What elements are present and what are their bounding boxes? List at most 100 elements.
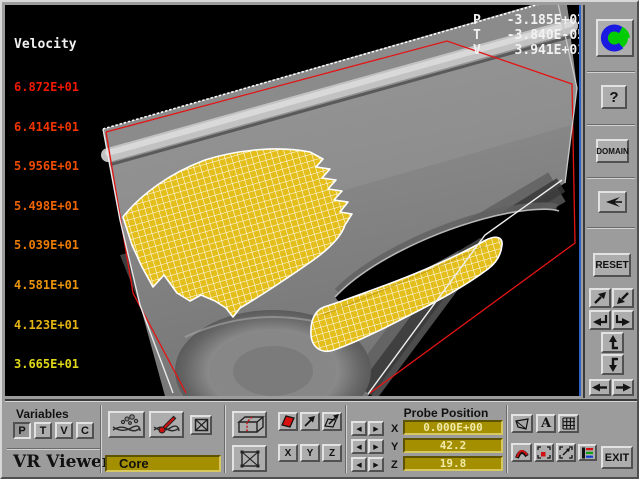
marker-button[interactable]	[190, 415, 212, 435]
axis-y-button[interactable]: Y	[300, 444, 320, 462]
rotate-right-button[interactable]	[612, 310, 634, 330]
probe-z-field[interactable]: 19.8	[403, 456, 503, 471]
left-triangle-icon: ◀	[356, 461, 361, 469]
probe-z-increment-button[interactable]: ▶	[368, 457, 384, 472]
zoom-out-button[interactable]	[612, 288, 634, 308]
variables-title: Variables	[16, 407, 69, 421]
grid-icon	[562, 417, 576, 430]
variable-conversion-button[interactable]: C	[76, 422, 94, 439]
legend-title: Velocity	[14, 38, 79, 51]
exit-button[interactable]: EXIT	[601, 446, 633, 469]
right-triangle-icon: ▶	[373, 461, 378, 469]
arrow-left-icon	[592, 382, 608, 393]
cut-plane-button[interactable]	[278, 412, 298, 431]
grid-button[interactable]	[558, 414, 579, 433]
zoom-in-button[interactable]	[589, 288, 611, 308]
pan-down-button[interactable]	[601, 354, 624, 375]
z-label: Z	[329, 448, 335, 459]
normal-arrow-button[interactable]	[300, 412, 320, 431]
probe-z-decrement-button[interactable]: ◀	[351, 457, 367, 472]
legend-entry: 5.498E+01	[14, 200, 79, 213]
probe-z-label: Z	[391, 459, 398, 471]
v-label: V	[60, 425, 67, 437]
pan-window-button[interactable]	[556, 443, 576, 462]
legend-entry: 5.956E+01	[14, 160, 79, 173]
readout-p-label: P	[473, 13, 481, 28]
probe-y-label: Y	[391, 441, 398, 453]
particle-trace-button[interactable]	[108, 411, 145, 438]
part-scene	[5, 5, 579, 396]
readout-t-value: -3.840E-05	[507, 28, 581, 43]
marker-large-button[interactable]	[232, 445, 267, 472]
return-right-arrow-icon	[615, 313, 631, 327]
probe-x-decrement-button[interactable]: ◀	[351, 421, 367, 436]
legend-entry: 4.123E+01	[14, 319, 79, 332]
plane-arrow-icon	[324, 414, 340, 429]
probe-x-field[interactable]: 0.000E+00	[403, 420, 503, 435]
arrow-up-corner-icon	[605, 335, 620, 350]
t-label: T	[40, 425, 47, 437]
move-plane-button[interactable]	[322, 412, 342, 431]
right-triangle-icon: ▶	[373, 443, 378, 451]
left-triangle-icon: ◀	[356, 443, 361, 451]
probe-position-title: Probe Position	[389, 406, 503, 420]
legend-entry: 5.039E+01	[14, 239, 79, 252]
pan-up-button[interactable]	[601, 332, 624, 353]
probe-z-value: 19.8	[440, 457, 467, 470]
pan-window-icon	[559, 446, 573, 459]
reset-button[interactable]: RESET	[593, 253, 631, 277]
domain-label: DOMAIN	[596, 147, 628, 156]
viewport-3d[interactable]: Velocity 6.872E+01 6.414E+01 5.956E+01 5…	[5, 5, 581, 396]
help-button[interactable]: ?	[601, 85, 627, 109]
thermometer-icon	[152, 414, 181, 435]
legend-entry: 6.414E+01	[14, 121, 79, 134]
probe-y-increment-button[interactable]: ▶	[368, 439, 384, 454]
square-x-corners-icon	[238, 449, 262, 469]
y-label: Y	[307, 448, 314, 459]
right-triangle-icon: ▶	[373, 425, 378, 433]
legend-colors-icon	[581, 447, 594, 459]
readout-v-value: 3.941E+01	[515, 43, 581, 58]
probe-readout: P -3.185E+02 T -3.840E-05 V 3.941E+01	[473, 13, 581, 58]
c-mold-logo-icon	[599, 23, 631, 53]
arrow-down-corner-icon	[605, 357, 620, 372]
probe-y-field[interactable]: 42.2	[403, 438, 503, 453]
readout-t-label: T	[473, 28, 481, 43]
reset-label: RESET	[595, 260, 628, 271]
axis-z-button[interactable]: Z	[322, 444, 342, 462]
pan-left-button[interactable]	[589, 379, 611, 396]
cut-box-button[interactable]	[232, 411, 267, 438]
vr-viewer-window: Velocity 6.872E+01 6.414E+01 5.956E+01 5…	[0, 0, 639, 479]
variable-temperature-button[interactable]: T	[34, 422, 52, 439]
region-outline-icon	[514, 417, 530, 431]
view-direction-button[interactable]	[598, 191, 627, 213]
cut-box-icon	[235, 414, 265, 435]
axis-x-button[interactable]: X	[278, 444, 298, 462]
red-plane-icon	[280, 414, 296, 429]
probe-x-value: 0.000E+00	[423, 421, 483, 434]
velocity-legend: Velocity 6.872E+01 6.414E+01 5.956E+01 5…	[14, 12, 79, 396]
readout-v-label: V	[473, 43, 481, 58]
rotate-left-button[interactable]	[589, 310, 611, 330]
ribbon-button[interactable]	[511, 443, 532, 462]
probe-y-value: 42.2	[440, 439, 467, 452]
domain-button[interactable]: DOMAIN	[596, 139, 629, 163]
text-tool-button[interactable]: A	[536, 414, 556, 433]
readout-p-value: -3.185E+02	[507, 13, 581, 28]
region-outline-button[interactable]	[511, 414, 533, 433]
probe-x-increment-button[interactable]: ▶	[368, 421, 384, 436]
probe-y-decrement-button[interactable]: ◀	[351, 439, 367, 454]
legend-colors-button[interactable]	[578, 444, 597, 461]
layer-select-field[interactable]: Core	[105, 455, 221, 472]
variable-velocity-button[interactable]: V	[55, 422, 73, 439]
return-left-arrow-icon	[592, 313, 608, 327]
legend-entry: 6.872E+01	[14, 81, 79, 94]
c-label: C	[81, 425, 89, 437]
variable-pressure-button[interactable]: P	[13, 422, 31, 439]
logo-button[interactable]	[596, 19, 634, 57]
pan-right-button[interactable]	[612, 379, 634, 396]
probe-thermometer-button[interactable]	[149, 411, 184, 438]
zoom-window-button[interactable]	[534, 443, 554, 462]
x-label: X	[285, 448, 292, 459]
particle-trace-icon	[111, 414, 142, 435]
